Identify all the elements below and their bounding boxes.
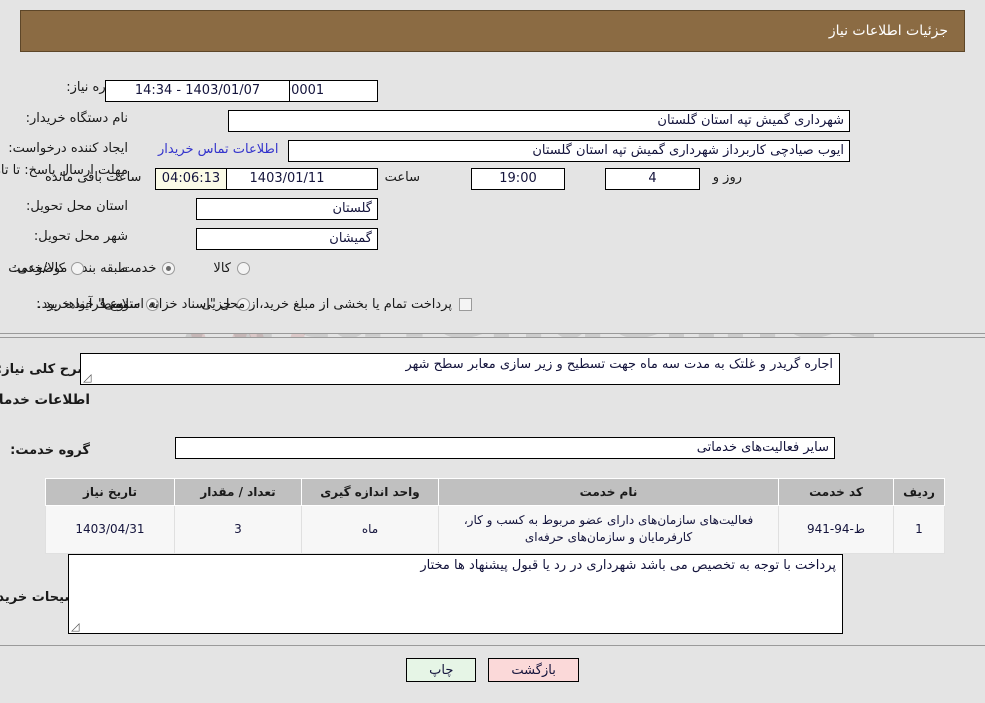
radio-kala-khedmat-icon[interactable] xyxy=(70,262,84,275)
column-header-date: تاریخ نیاز xyxy=(45,478,175,506)
resize-grip-icon[interactable]: ◺ xyxy=(71,620,81,633)
buyer-org-label-wrap: نام دستگاه خریدار: xyxy=(26,111,128,126)
resize-grip-icon[interactable]: ◺ xyxy=(83,371,93,384)
description-textarea[interactable]: اجاره گریدر و غلتک به مدت سه ماه جهت تسط… xyxy=(80,353,840,385)
announce-datetime-value: 1403/01/07 - 14:34 xyxy=(105,80,290,102)
countdown-timer-value: 04:06:13 xyxy=(155,168,227,190)
remaining-label-wrap: ساعت باقی مانده xyxy=(45,170,141,185)
province-label: استان محل تحویل: xyxy=(26,199,128,214)
column-header-unit: واحد اندازه گیری xyxy=(301,478,439,506)
treasury-checkbox-icon[interactable] xyxy=(459,298,472,311)
back-button[interactable]: بازگشت xyxy=(488,658,579,682)
buyer-notes-value: پرداخت با توجه به تخصیص می باشد شهرداری … xyxy=(420,558,836,573)
cell-name: فعالیت‌های سازمان‌های دارای عضو مربوط به… xyxy=(438,505,779,554)
description-label: شرح کلی نیاز: xyxy=(0,362,90,377)
days-label-wrap: روز و xyxy=(713,170,742,185)
request-creator-label-wrap: ایجاد کننده درخواست: xyxy=(8,141,128,156)
category-radio-group: کالا خدمت کالا/خدمت xyxy=(8,261,250,276)
buyer-org-label: نام دستگاه خریدار: xyxy=(25,111,128,126)
description-label-wrap: شرح کلی نیاز: xyxy=(0,362,90,377)
cell-index: 1 xyxy=(893,505,945,554)
radio-option-khedmat[interactable]: خدمت xyxy=(122,261,176,276)
service-group-value: سایر فعالیت‌های خدماتی xyxy=(175,437,835,459)
request-creator-label: ایجاد کننده درخواست: xyxy=(8,141,128,156)
buyer-contact-link-wrap: اطلاعات تماس خریدار xyxy=(158,142,278,157)
page-header: جزئیات اطلاعات نیاز xyxy=(20,10,965,52)
service-group-label-wrap: گروه خدمت: xyxy=(10,443,90,458)
page-title: جزئیات اطلاعات نیاز xyxy=(828,23,948,39)
remaining-hours-label: ساعت باقی مانده xyxy=(45,170,142,185)
buyer-org-value: شهرداری گمیش تپه استان گلستان xyxy=(228,110,850,132)
radio-kala-khedmat-label: کالا/خدمت xyxy=(8,261,65,276)
province-label-wrap: استان محل تحویل: xyxy=(26,199,128,214)
services-table: ردیف کد خدمت نام خدمت واحد اندازه گیری ت… xyxy=(45,478,945,554)
service-group-label: گروه خدمت: xyxy=(10,443,90,458)
cell-date: 1403/04/31 xyxy=(45,505,175,554)
deadline-time-value: 19:00 xyxy=(471,168,565,190)
province-value: گلستان xyxy=(196,198,378,220)
table-header-row: ردیف کد خدمت نام خدمت واحد اندازه گیری ت… xyxy=(45,478,945,506)
days-remaining-value: 4 xyxy=(605,168,700,190)
description-value: اجاره گریدر و غلتک به مدت سه ماه جهت تسط… xyxy=(405,357,833,372)
treasury-checkbox-row[interactable]: پرداخت تمام یا بخشی از مبلغ خرید،از محل … xyxy=(37,297,472,312)
request-creator-value: ایوب صیادچی کاربرداز شهرداری گمیش تپه اس… xyxy=(288,140,850,162)
print-button[interactable]: چاپ xyxy=(406,658,477,682)
need-info-panel xyxy=(0,63,985,334)
action-button-bar: بازگشت چاپ xyxy=(0,658,985,682)
city-label: شهر محل تحویل: xyxy=(33,229,128,244)
hour-label-wrap: ساعت xyxy=(385,170,420,185)
cell-code: ط-94-941 xyxy=(778,505,894,554)
treasury-checkbox-label: پرداخت تمام یا بخشی از مبلغ خرید،از محل … xyxy=(37,297,452,312)
hour-label: ساعت xyxy=(384,170,420,185)
radio-option-kala[interactable]: کالا xyxy=(213,261,250,276)
buyer-notes-textarea[interactable]: پرداخت با توجه به تخصیص می باشد شهرداری … xyxy=(68,554,843,634)
column-header-name: نام خدمت xyxy=(438,478,779,506)
city-value: گمیشان xyxy=(196,228,378,250)
cell-unit: ماه xyxy=(301,505,439,554)
table-row: 1 ط-94-941 فعالیت‌های سازمان‌های دارای ع… xyxy=(45,505,945,554)
radio-kala-icon[interactable] xyxy=(237,262,250,275)
radio-khedmat-label: خدمت xyxy=(121,261,157,276)
days-label: روز و xyxy=(712,170,742,185)
services-section-heading: اطلاعات خدمات مورد نیاز xyxy=(0,392,90,408)
cell-quantity: 3 xyxy=(174,505,302,554)
city-label-wrap: شهر محل تحویل: xyxy=(34,229,128,244)
column-header-quantity: تعداد / مقدار xyxy=(174,478,302,506)
radio-kala-label: کالا xyxy=(213,261,231,276)
radio-khedmat-icon[interactable] xyxy=(162,262,176,275)
radio-option-kala-khedmat[interactable]: کالا/خدمت xyxy=(8,261,84,276)
column-header-index: ردیف xyxy=(893,478,945,506)
column-header-code: کد خدمت xyxy=(778,478,894,506)
buyer-contact-link[interactable]: اطلاعات تماس خریدار xyxy=(158,142,278,157)
